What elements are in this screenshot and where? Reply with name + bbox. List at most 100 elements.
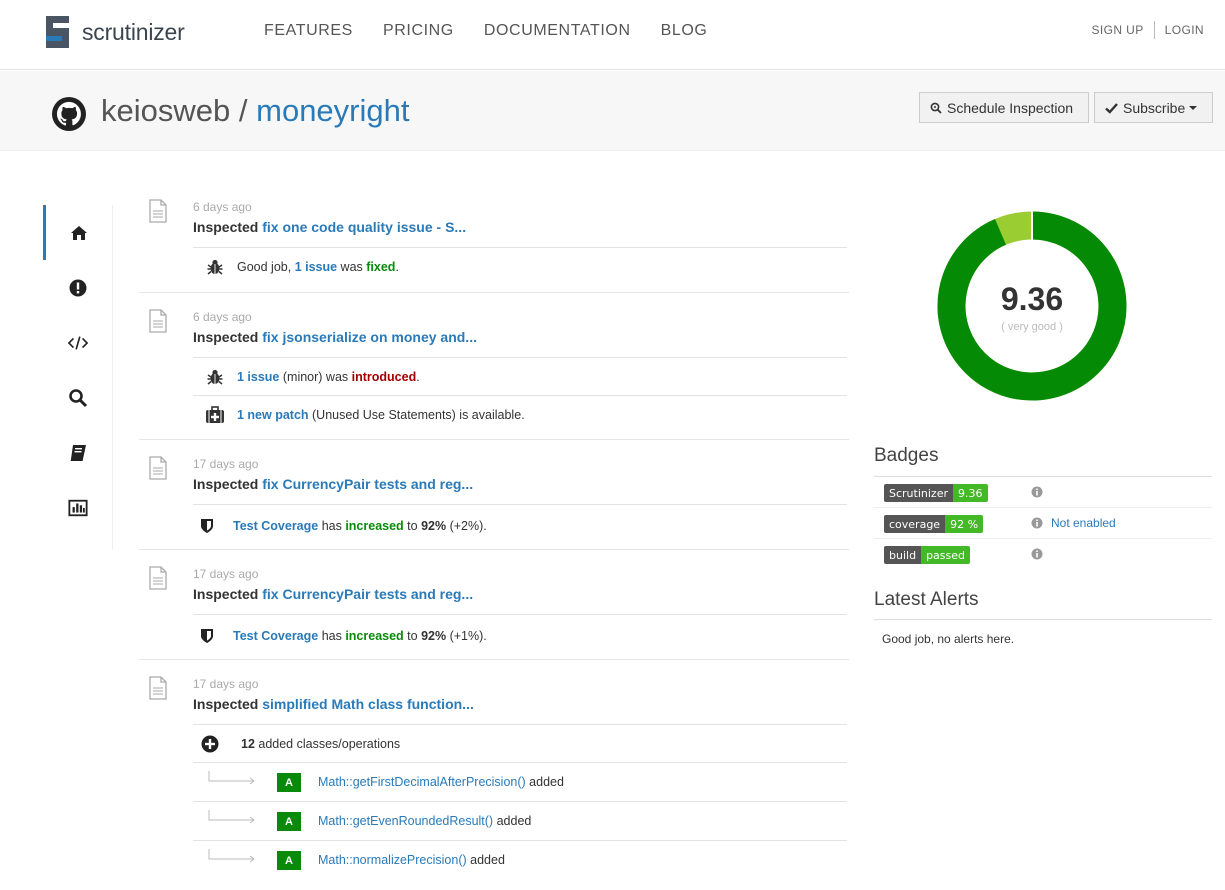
added-item-text: Math::getEvenRoundedResult() added xyxy=(318,814,531,828)
test-coverage-link[interactable]: Test Coverage xyxy=(233,519,318,533)
entry-date: 17 days ago xyxy=(193,457,259,471)
subscribe-button[interactable]: Subscribe xyxy=(1094,92,1213,123)
patch-link[interactable]: 1 new patch xyxy=(237,408,309,422)
row-text-b: was xyxy=(337,259,367,274)
added-item-text: Math::normalizePrecision() added xyxy=(318,853,505,867)
coverage-badge[interactable]: coverage 92 % xyxy=(884,515,984,533)
issue-link[interactable]: 1 issue xyxy=(295,260,337,274)
repo-name[interactable]: moneyright xyxy=(256,93,409,128)
schedule-inspection-label: Schedule Inspection xyxy=(947,99,1074,116)
document-icon xyxy=(149,676,167,700)
commit-link[interactable]: fix CurrencyPair tests and reg... xyxy=(262,586,473,602)
feed-entry: 6 days ago Inspected fix one code qualit… xyxy=(139,193,849,293)
branch-arrow-icon xyxy=(208,849,255,863)
entry-row: Good job, 1 issue was fixed. xyxy=(193,247,847,285)
entry-rows: Test Coverage has increased to 92% (+2%)… xyxy=(193,504,847,546)
sidebar-item-issues[interactable] xyxy=(43,260,112,315)
repo-title: keiosweb / moneyright xyxy=(101,93,409,129)
entry-title: Inspected fix CurrencyPair tests and reg… xyxy=(193,586,473,602)
entry-prefix: Inspected xyxy=(193,696,259,712)
commit-link[interactable]: simplified Math class function... xyxy=(262,696,474,712)
row-text-b: (minor) was xyxy=(279,369,352,384)
entry-prefix: Inspected xyxy=(193,476,259,492)
sidebar-item-docs[interactable] xyxy=(43,425,112,480)
row-text: Good job, 1 issue was fixed. xyxy=(237,260,399,274)
info-icon[interactable] xyxy=(1031,517,1043,529)
nav-blog[interactable]: BLOG xyxy=(661,22,708,40)
row-text-b: (Unused Use Statements) is available. xyxy=(308,407,525,422)
commit-link[interactable]: fix CurrencyPair tests and reg... xyxy=(262,476,473,492)
search-icon xyxy=(930,102,942,114)
coverage-percent: 92% xyxy=(421,628,447,643)
entry-row: 12 added classes/operations xyxy=(193,724,847,762)
signup-link[interactable]: SIGN UP xyxy=(1092,23,1144,37)
logo[interactable]: scrutinizer xyxy=(42,14,185,50)
entry-date: 6 days ago xyxy=(193,200,252,214)
shield-icon xyxy=(201,518,213,533)
info-icon[interactable] xyxy=(1031,486,1043,498)
sidebar-item-stats[interactable] xyxy=(43,480,112,535)
row-text: 12 added classes/operations xyxy=(241,737,400,751)
method-link[interactable]: Math::getFirstDecimalAfterPrecision() xyxy=(318,775,526,789)
row-text-c: . xyxy=(395,259,399,274)
sidebar-item-code[interactable] xyxy=(43,315,112,370)
row-text: Test Coverage has increased to 92% (+2%)… xyxy=(233,519,487,533)
badge-row-coverage: coverage 92 % Not enabled xyxy=(874,508,1212,539)
added-item-text: Math::getFirstDecimalAfterPrecision() ad… xyxy=(318,775,564,789)
info-icon[interactable] xyxy=(1031,548,1043,560)
build-badge[interactable]: build passed xyxy=(884,546,970,564)
entry-prefix: Inspected xyxy=(193,586,259,602)
entry-rows: 12 added classes/operations A Math::getF… xyxy=(193,724,847,879)
row-text-c: to xyxy=(403,628,422,643)
coverage-percent: 92% xyxy=(421,518,447,533)
entry-date: 6 days ago xyxy=(193,310,252,324)
repo-owner[interactable]: keiosweb xyxy=(101,93,230,128)
badge-row-scrutinizer: Scrutinizer 9.36 xyxy=(874,477,1212,508)
bug-icon xyxy=(207,259,223,275)
issue-link[interactable]: 1 issue xyxy=(237,370,279,384)
added-count: 12 xyxy=(241,736,255,751)
sidebar-item-search[interactable] xyxy=(43,370,112,425)
test-coverage-link[interactable]: Test Coverage xyxy=(233,629,318,643)
not-enabled-link[interactable]: Not enabled xyxy=(1051,516,1116,530)
plus-circle-icon xyxy=(201,735,219,752)
entry-title: Inspected fix CurrencyPair tests and reg… xyxy=(193,476,473,492)
schedule-inspection-button[interactable]: Schedule Inspection xyxy=(919,92,1089,123)
nav-features[interactable]: FEATURES xyxy=(264,22,353,40)
entry-row: 1 issue (minor) was introduced. xyxy=(193,357,847,395)
brand-name: scrutinizer xyxy=(82,18,185,45)
alert-icon xyxy=(69,279,86,296)
entry-rows: Good job, 1 issue was fixed. xyxy=(193,247,847,285)
badge-label: build xyxy=(884,546,922,564)
added-item: A Math::normalizePrecision() added xyxy=(193,840,847,879)
nav-documentation[interactable]: DOCUMENTATION xyxy=(484,22,631,40)
method-link[interactable]: Math::getEvenRoundedResult() xyxy=(318,814,493,828)
chart-icon xyxy=(67,499,88,516)
badge-value: passed xyxy=(921,546,970,564)
top-navbar: scrutinizer FEATURES PRICING DOCUMENTATI… xyxy=(0,0,1225,70)
row-text-d: (+2%). xyxy=(446,518,487,533)
feed-entry: 6 days ago Inspected fix jsonserialize o… xyxy=(139,293,849,440)
auth-divider xyxy=(1153,21,1155,39)
latest-alerts-heading: Latest Alerts xyxy=(874,589,979,610)
branch-arrow-icon xyxy=(208,771,255,785)
nav-pricing[interactable]: PRICING xyxy=(383,22,454,40)
repo-header: keiosweb / moneyright Schedule Inspectio… xyxy=(0,71,1225,151)
search-icon xyxy=(68,388,87,407)
auth-links: SIGN UP LOGIN xyxy=(1092,21,1205,39)
sidebar xyxy=(43,205,113,550)
scrutinizer-badge[interactable]: Scrutinizer 9.36 xyxy=(884,484,988,502)
grade-badge: A xyxy=(277,851,301,870)
commit-link[interactable]: fix one code quality issue - S... xyxy=(262,219,466,235)
quality-score-donut: 9.36 ( very good ) xyxy=(937,211,1127,401)
document-icon xyxy=(149,199,167,223)
commit-link[interactable]: fix jsonserialize on money and... xyxy=(262,329,477,345)
entry-prefix: Inspected xyxy=(193,329,259,345)
method-link[interactable]: Math::normalizePrecision() xyxy=(318,853,467,867)
entry-title: Inspected simplified Math class function… xyxy=(193,696,474,712)
sidebar-item-home[interactable] xyxy=(43,205,112,260)
code-icon xyxy=(67,335,88,350)
login-link[interactable]: LOGIN xyxy=(1165,23,1204,37)
github-icon xyxy=(52,97,86,131)
row-text-b: has xyxy=(318,518,346,533)
